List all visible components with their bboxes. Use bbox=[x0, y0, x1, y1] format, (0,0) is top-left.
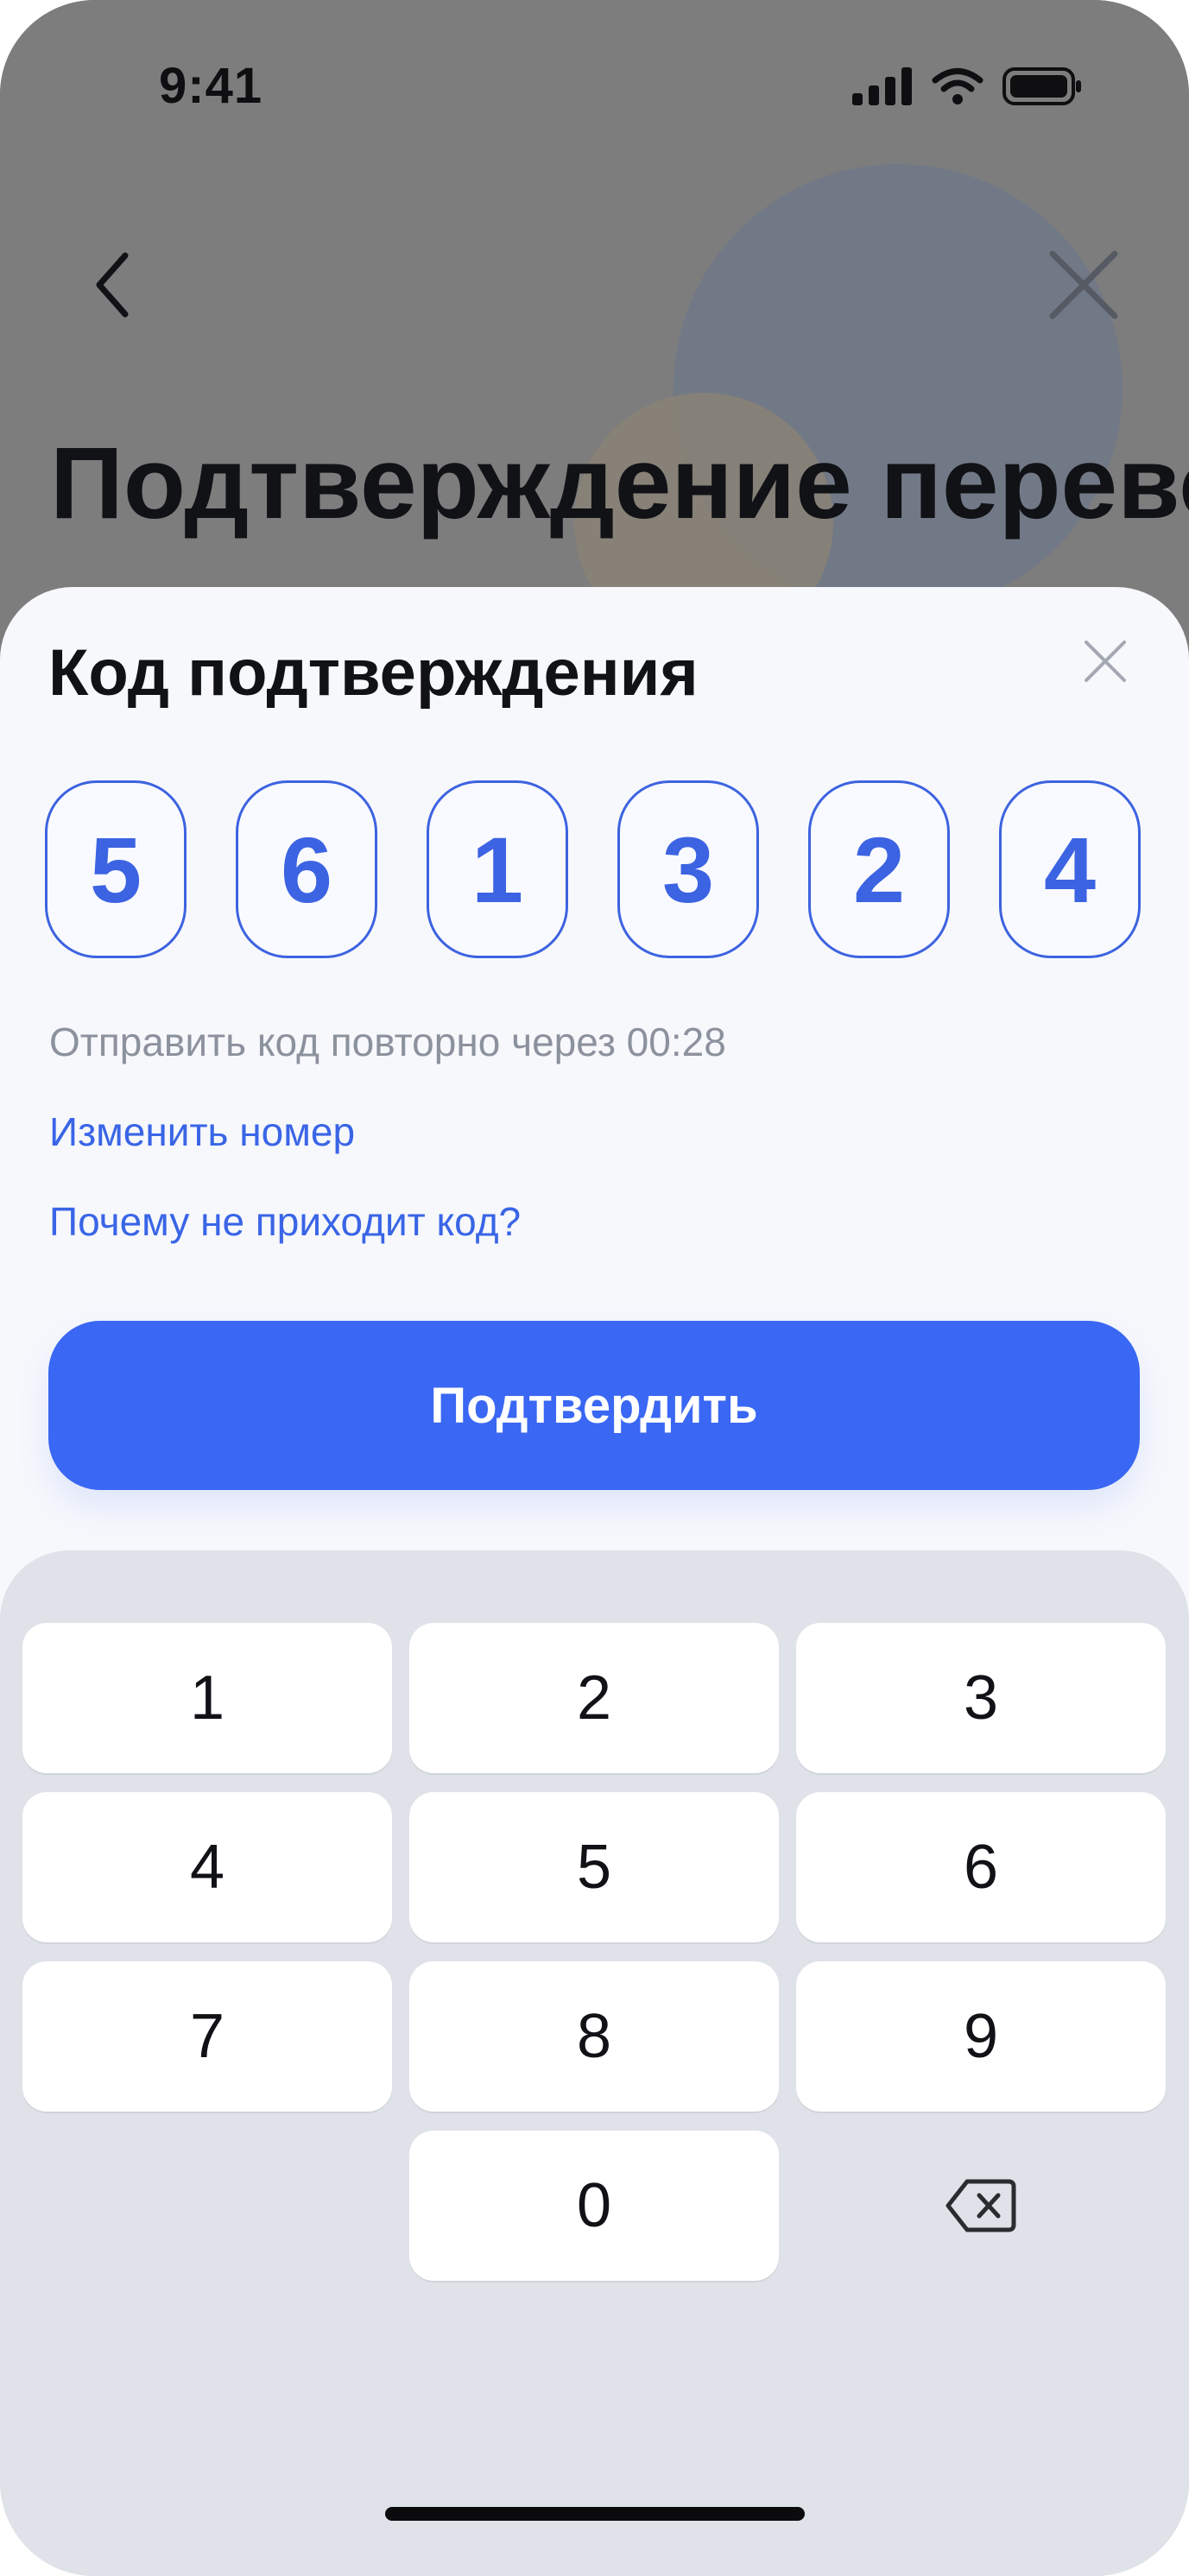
status-time: 9:41 bbox=[159, 58, 263, 114]
status-icons bbox=[852, 67, 1082, 110]
background-screen: 9:41 Подтверждение перев bbox=[0, 0, 1189, 656]
why-no-code-link[interactable]: Почему не приходит код? bbox=[49, 1198, 521, 1245]
page-title: Подтверждение перевода bbox=[50, 426, 1189, 540]
sheet-close-button[interactable] bbox=[1071, 627, 1140, 696]
key-2[interactable]: 2 bbox=[409, 1623, 779, 1773]
close-icon bbox=[1085, 641, 1126, 682]
code-digit[interactable]: 1 bbox=[427, 780, 568, 958]
delete-key[interactable] bbox=[796, 2131, 1166, 2281]
close-button[interactable] bbox=[1036, 242, 1131, 328]
code-digit[interactable]: 2 bbox=[808, 780, 950, 958]
signal-icon bbox=[852, 67, 913, 110]
key-0[interactable]: 0 bbox=[409, 2131, 779, 2281]
code-digit[interactable]: 5 bbox=[45, 780, 187, 958]
battery-icon bbox=[1002, 67, 1082, 110]
change-number-link[interactable]: Изменить номер bbox=[49, 1108, 355, 1155]
key-3[interactable]: 3 bbox=[796, 1623, 1166, 1773]
close-icon bbox=[1049, 250, 1118, 319]
backspace-icon bbox=[946, 2179, 1016, 2232]
key-7[interactable]: 7 bbox=[22, 1961, 392, 2112]
numeric-keypad: 1 2 3 4 5 6 7 8 9 0 bbox=[0, 1550, 1189, 2576]
key-6[interactable]: 6 bbox=[796, 1792, 1166, 1942]
code-digit[interactable]: 4 bbox=[999, 780, 1141, 958]
phone-screen: 9:41 Подтверждение перев Код подтвержден… bbox=[0, 0, 1189, 2576]
chevron-left-icon bbox=[96, 252, 129, 318]
key-4[interactable]: 4 bbox=[22, 1792, 392, 1942]
wifi-icon bbox=[932, 67, 983, 110]
key-1[interactable]: 1 bbox=[22, 1623, 392, 1773]
key-9[interactable]: 9 bbox=[796, 1961, 1166, 2112]
status-bar: 9:41 bbox=[0, 0, 1189, 138]
code-digit[interactable]: 3 bbox=[617, 780, 759, 958]
resend-timer-text: Отправить код повторно через 00:28 bbox=[49, 1020, 726, 1064]
code-input[interactable]: 5 6 1 3 2 4 bbox=[45, 780, 1143, 963]
key-5[interactable]: 5 bbox=[409, 1792, 779, 1942]
sheet-title: Код подтверждения bbox=[48, 636, 699, 710]
code-digit[interactable]: 6 bbox=[236, 780, 377, 958]
back-button[interactable] bbox=[78, 242, 147, 328]
home-indicator bbox=[385, 2507, 805, 2521]
confirm-button[interactable]: Подтвердить bbox=[48, 1321, 1140, 1490]
key-8[interactable]: 8 bbox=[409, 1961, 779, 2112]
